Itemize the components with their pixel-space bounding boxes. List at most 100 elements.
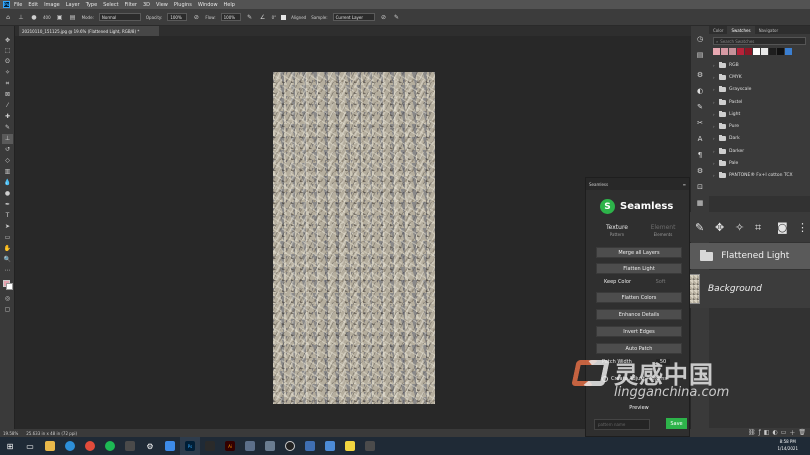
crop-tool-icon[interactable]: ⌗: [2, 79, 13, 89]
menu-select[interactable]: Select: [103, 2, 118, 8]
crop-icon[interactable]: ⌗: [755, 221, 761, 235]
sample-icon[interactable]: ✥: [715, 221, 724, 234]
ignore-adjustment-icon[interactable]: ⊘: [380, 13, 388, 21]
tab-color[interactable]: Color: [709, 26, 727, 34]
delete-icon[interactable]: 🗑: [798, 429, 806, 436]
zoom-level[interactable]: 19.58%: [3, 431, 18, 436]
move-tool-icon[interactable]: ✥: [2, 36, 13, 46]
menu-help[interactable]: Help: [224, 2, 235, 8]
windows-start-icon[interactable]: ⊞: [0, 437, 20, 455]
paragraph-icon[interactable]: ¶: [694, 150, 706, 161]
tab-navigator[interactable]: Navigator: [755, 26, 783, 34]
home-icon[interactable]: ⌂: [4, 13, 12, 21]
swatch[interactable]: [785, 48, 792, 55]
properties-icon[interactable]: ⚙: [694, 70, 706, 81]
clone-stamp-tool-icon[interactable]: ⊥: [2, 134, 13, 144]
eyedropper-icon[interactable]: ✎: [695, 221, 704, 234]
opacity-input[interactable]: 100%: [167, 13, 188, 21]
swatch[interactable]: [721, 48, 728, 55]
brush-tool-icon[interactable]: ✎: [2, 123, 13, 133]
swatch-folder-rgb[interactable]: › RGB: [709, 59, 810, 71]
file-explorer-icon[interactable]: [40, 437, 60, 455]
edge-icon[interactable]: [60, 437, 80, 455]
blank-app-icon[interactable]: [200, 437, 220, 455]
healing-brush-tool-icon[interactable]: ✚: [2, 112, 13, 122]
marquee-tool-icon[interactable]: ⬚: [2, 46, 13, 56]
quick-mask-icon[interactable]: ◎: [2, 294, 13, 304]
plugin-icon[interactable]: ⊡: [694, 182, 706, 193]
swatch-folder-pure[interactable]: › Pure: [709, 120, 810, 132]
swatch[interactable]: [777, 48, 784, 55]
angle-value[interactable]: 0°: [272, 15, 277, 20]
document-tab[interactable]: 20210110_151125.jpg @ 19.6% (Flattened L…: [19, 26, 159, 36]
pen-tool-icon[interactable]: ✒: [2, 200, 13, 210]
menu-edit[interactable]: Edit: [28, 2, 38, 8]
menu-layer[interactable]: Layer: [66, 2, 80, 8]
swatch-folder-pastel[interactable]: › Pastel: [709, 96, 810, 108]
sticky-notes-icon[interactable]: [340, 437, 360, 455]
tab-element[interactable]: Element Elements: [640, 224, 686, 242]
hand-tool-icon[interactable]: ✋: [2, 244, 13, 254]
settings-icon[interactable]: ⚙: [140, 437, 160, 455]
fx-icon[interactable]: ƒ: [759, 429, 761, 436]
merge-all-layers-button[interactable]: Merge all Layers: [596, 247, 682, 258]
group-icon[interactable]: ▭: [781, 429, 787, 436]
brush-preset-icon[interactable]: ●: [30, 13, 38, 21]
adjustment-icon[interactable]: ◐: [772, 429, 777, 436]
system-clock[interactable]: 8:58 PM 1/14/2021: [777, 438, 798, 452]
menu-file[interactable]: File: [14, 2, 22, 8]
libraries-icon[interactable]: ▤: [694, 50, 706, 61]
menu-plugins[interactable]: Plugins: [174, 2, 192, 8]
app-icon[interactable]: [300, 437, 320, 455]
menu-filter[interactable]: Filter: [125, 2, 137, 8]
preview-button[interactable]: Preview: [596, 402, 682, 413]
swatch-folder-grayscale[interactable]: › Grayscale: [709, 84, 810, 96]
photoshop-taskbar-icon[interactable]: Ps: [180, 437, 200, 455]
edit-toolbar-icon[interactable]: ⋯: [2, 266, 13, 276]
blur-tool-icon[interactable]: 💧: [2, 178, 13, 188]
path-select-tool-icon[interactable]: ➤: [2, 222, 13, 232]
tab-swatches[interactable]: Swatches: [727, 26, 755, 34]
menu-image[interactable]: Image: [44, 2, 60, 8]
quick-select-tool-icon[interactable]: ✧: [2, 68, 13, 78]
swatch[interactable]: [769, 48, 776, 55]
flatten-colors-button[interactable]: Flatten Colors: [596, 292, 682, 303]
eyedropper-tool-icon[interactable]: ⁄: [2, 101, 13, 111]
sample-select[interactable]: Current Layer: [332, 13, 375, 21]
menu-3d[interactable]: 3D: [143, 2, 150, 8]
link-icon[interactable]: ⛓: [748, 429, 756, 436]
menu-window[interactable]: Window: [198, 2, 218, 8]
screen-mode-icon[interactable]: ▢: [2, 305, 13, 315]
mask-icon[interactable]: ◧: [764, 429, 770, 436]
swatch[interactable]: [761, 48, 768, 55]
auto-patch-button[interactable]: Auto Patch: [596, 343, 682, 354]
swatch[interactable]: [729, 48, 736, 55]
more-icon[interactable]: ⋮: [797, 221, 808, 234]
document-canvas-image[interactable]: [273, 72, 435, 404]
shape-tool-icon[interactable]: ▭: [2, 233, 13, 243]
soft-toggle[interactable]: Soft: [639, 279, 682, 285]
dropbox-icon[interactable]: [160, 437, 180, 455]
color-swatches[interactable]: [2, 280, 13, 290]
swatch-folder-darker[interactable]: › Darker: [709, 145, 810, 157]
adjustments-icon[interactable]: ◐: [694, 86, 706, 97]
app-icon[interactable]: [260, 437, 280, 455]
toggle-brush-panel-icon[interactable]: ▣: [56, 13, 64, 21]
aligned-checkbox[interactable]: [281, 14, 287, 20]
keep-color-toggle[interactable]: Keep Color: [596, 279, 639, 285]
eraser-tool-icon[interactable]: ◇: [2, 156, 13, 166]
swatch[interactable]: [753, 48, 760, 55]
tab-texture[interactable]: Texture Pattern: [594, 224, 640, 242]
mode-select[interactable]: Normal: [98, 13, 141, 21]
app-icon[interactable]: [320, 437, 340, 455]
menu-type[interactable]: Type: [86, 2, 97, 8]
spotify-icon[interactable]: [100, 437, 120, 455]
enhance-details-button[interactable]: Enhance Details: [596, 309, 682, 320]
type-tool-icon[interactable]: T: [2, 211, 13, 221]
save-button[interactable]: Save: [666, 418, 687, 429]
lasso-tool-icon[interactable]: ʘ: [2, 57, 13, 67]
flow-input[interactable]: 100%: [220, 13, 241, 21]
history-brush-tool-icon[interactable]: ↺: [2, 145, 13, 155]
layer-row-flattened-light[interactable]: › Flattened Light: [685, 243, 810, 269]
flatten-light-button[interactable]: Flatten Light: [596, 263, 682, 274]
